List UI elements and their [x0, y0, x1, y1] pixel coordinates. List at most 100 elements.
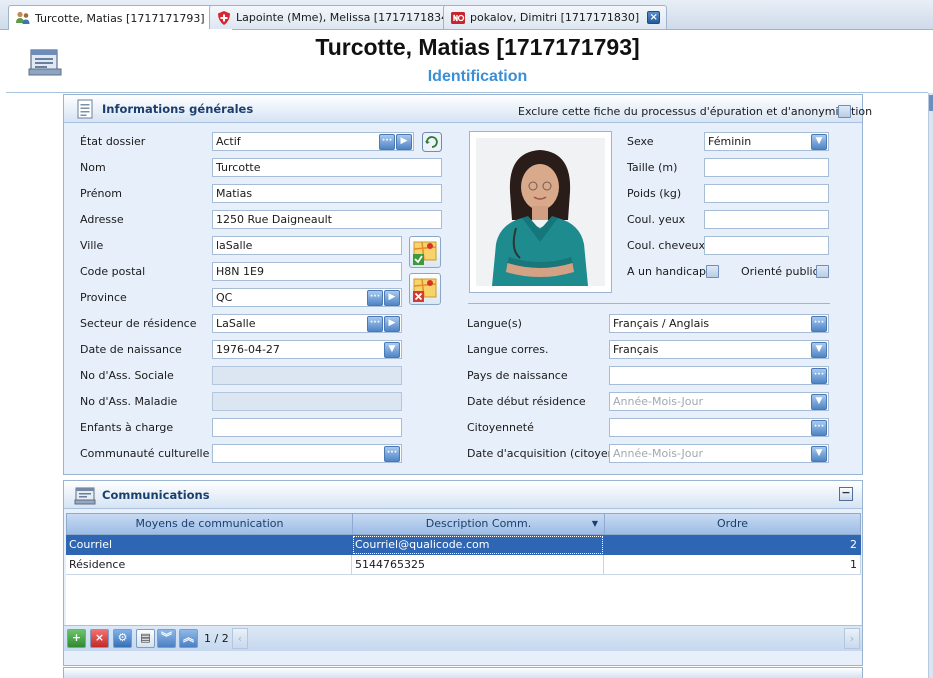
ellipsis-icon[interactable]: ···: [379, 134, 395, 150]
yeux-field[interactable]: [704, 210, 829, 229]
nas-label: No d'Ass. Sociale: [80, 369, 174, 382]
arrow-right-icon[interactable]: ▶: [396, 134, 412, 150]
date-naissance-field[interactable]: 1976-04-27 ▼: [212, 340, 402, 359]
province-label: Province: [80, 291, 127, 304]
cell-ordre[interactable]: 2: [604, 535, 861, 555]
communications-grid: Moyens de communication Description Comm…: [66, 513, 861, 625]
date-debut-residence-field[interactable]: Année-Mois-Jour ▼: [609, 392, 829, 411]
warning-badge-icon: [451, 11, 465, 24]
date-acquisition-label: Date d'acquisition (citoyen): [467, 447, 619, 460]
chevron-down-icon[interactable]: ▼: [384, 342, 400, 358]
column-header-description[interactable]: Description Comm. ▼: [352, 513, 605, 535]
pays-naissance-field[interactable]: ···: [609, 366, 829, 385]
date-acquisition-field[interactable]: Année-Mois-Jour ▼: [609, 444, 829, 463]
tab-label: Turcotte, Matias [1717171793]: [35, 11, 205, 25]
langue-corres-field[interactable]: Français ▼: [609, 340, 829, 359]
map-clear-button[interactable]: [409, 273, 441, 305]
etat-dossier-field[interactable]: Actif ··· ▶: [212, 132, 414, 151]
close-icon[interactable]: ×: [647, 11, 661, 24]
next-page-icon[interactable]: ›: [844, 628, 860, 649]
cell-moyen[interactable]: Résidence: [66, 555, 352, 575]
arrow-right-icon[interactable]: ▶: [384, 290, 400, 306]
print-icon[interactable]: ▤: [136, 629, 155, 648]
date-debut-residence-label: Date début résidence: [467, 395, 586, 408]
oriente-label: Orienté public: [741, 265, 819, 278]
column-header-moyens[interactable]: Moyens de communication: [66, 513, 353, 535]
table-row[interactable]: Résidence 5144765325 1: [66, 555, 861, 575]
cell-description[interactable]: Courriel@qualicode.com: [352, 535, 604, 555]
adresse-label: Adresse: [80, 213, 124, 226]
chevron-down-icon[interactable]: ▼: [811, 342, 827, 358]
ellipsis-icon[interactable]: ···: [384, 446, 400, 462]
prenom-field[interactable]: Matias: [212, 184, 442, 203]
ellipsis-icon[interactable]: ···: [811, 316, 827, 332]
ellipsis-icon[interactable]: ···: [811, 368, 827, 384]
secteur-label: Secteur de résidence: [80, 317, 197, 330]
collapse-icon[interactable]: −: [839, 487, 853, 501]
code-postal-field[interactable]: H8N 1E9: [212, 262, 402, 281]
langue-corres-label: Langue corres.: [467, 343, 549, 356]
poids-field[interactable]: [704, 184, 829, 203]
cell-description[interactable]: 5144765325: [352, 555, 604, 575]
communications-panel: Communications − Moyens de communication…: [63, 480, 863, 666]
citoyennete-field[interactable]: ···: [609, 418, 829, 437]
chevron-down-icon[interactable]: ▼: [811, 394, 827, 410]
person-photo-icon: [476, 138, 605, 286]
tab-bar: Turcotte, Matias [1717171793] × Lapointe…: [0, 0, 933, 30]
map-validate-button[interactable]: [409, 236, 441, 268]
prenom-label: Prénom: [80, 187, 122, 200]
poids-label: Poids (kg): [627, 187, 682, 200]
add-icon[interactable]: +: [67, 629, 86, 648]
previous-page-icon[interactable]: ‹: [232, 628, 248, 649]
nom-label: Nom: [80, 161, 106, 174]
nam-field[interactable]: [212, 392, 402, 411]
communications-title: Communications: [102, 487, 210, 502]
nas-field[interactable]: [212, 366, 402, 385]
yeux-label: Coul. yeux: [627, 213, 686, 226]
table-row[interactable]: Courriel Courriel@qualicode.com 2: [66, 535, 861, 555]
expand-all-icon[interactable]: ︾: [157, 629, 176, 648]
taille-field[interactable]: [704, 158, 829, 177]
ellipsis-icon[interactable]: ···: [811, 420, 827, 436]
adresse-field[interactable]: 1250 Rue Daigneault: [212, 210, 442, 229]
tab-label: pokalov, Dimitri [1717171830]: [470, 11, 640, 24]
tab-lapointe[interactable]: Lapointe (Mme), Melissa [1717171834] ×: [209, 5, 481, 29]
tab-pokalov[interactable]: pokalov, Dimitri [1717171830] ×: [443, 5, 668, 29]
sexe-label: Sexe: [627, 135, 654, 148]
ellipsis-icon[interactable]: ···: [367, 290, 383, 306]
sexe-field[interactable]: Féminin ▼: [704, 132, 829, 151]
ville-label: Ville: [80, 239, 104, 252]
communications-header: Communications: [64, 481, 862, 509]
ville-field[interactable]: laSalle: [212, 236, 402, 255]
nom-field[interactable]: Turcotte: [212, 158, 442, 177]
collapse-all-icon[interactable]: ︽: [179, 629, 198, 648]
chevron-down-icon[interactable]: ▼: [811, 446, 827, 462]
settings-icon[interactable]: ⚙: [113, 629, 132, 648]
cell-ordre[interactable]: 1: [604, 555, 861, 575]
column-header-ordre[interactable]: Ordre: [604, 513, 861, 535]
ellipsis-icon[interactable]: ···: [367, 316, 383, 332]
handicap-label: A un handicap: [627, 265, 706, 278]
oriente-checkbox[interactable]: [816, 265, 829, 278]
refresh-icon[interactable]: [422, 132, 442, 152]
exclude-checkbox[interactable]: [838, 105, 851, 118]
delete-icon[interactable]: ×: [90, 629, 109, 648]
chevron-down-icon[interactable]: ▼: [811, 134, 827, 150]
cell-moyen[interactable]: Courriel: [66, 535, 352, 555]
right-scroll-edge[interactable]: [928, 93, 933, 678]
handicap-checkbox[interactable]: [706, 265, 719, 278]
citoyennete-label: Citoyenneté: [467, 421, 534, 434]
arrow-right-icon[interactable]: ▶: [384, 316, 400, 332]
enfants-field[interactable]: [212, 418, 402, 437]
secteur-field[interactable]: LaSalle ··· ▶: [212, 314, 402, 333]
langues-field[interactable]: Français / Anglais ···: [609, 314, 829, 333]
province-field[interactable]: QC ··· ▶: [212, 288, 402, 307]
header-divider: [6, 92, 928, 93]
sort-down-icon: ▼: [591, 519, 598, 528]
langues-label: Langue(s): [467, 317, 522, 330]
communaute-field[interactable]: ···: [212, 444, 402, 463]
cheveux-field[interactable]: [704, 236, 829, 255]
tab-turcotte[interactable]: Turcotte, Matias [1717171793] ×: [8, 5, 233, 30]
enfants-label: Enfants à charge: [80, 421, 174, 434]
code-postal-label: Code postal: [80, 265, 146, 278]
